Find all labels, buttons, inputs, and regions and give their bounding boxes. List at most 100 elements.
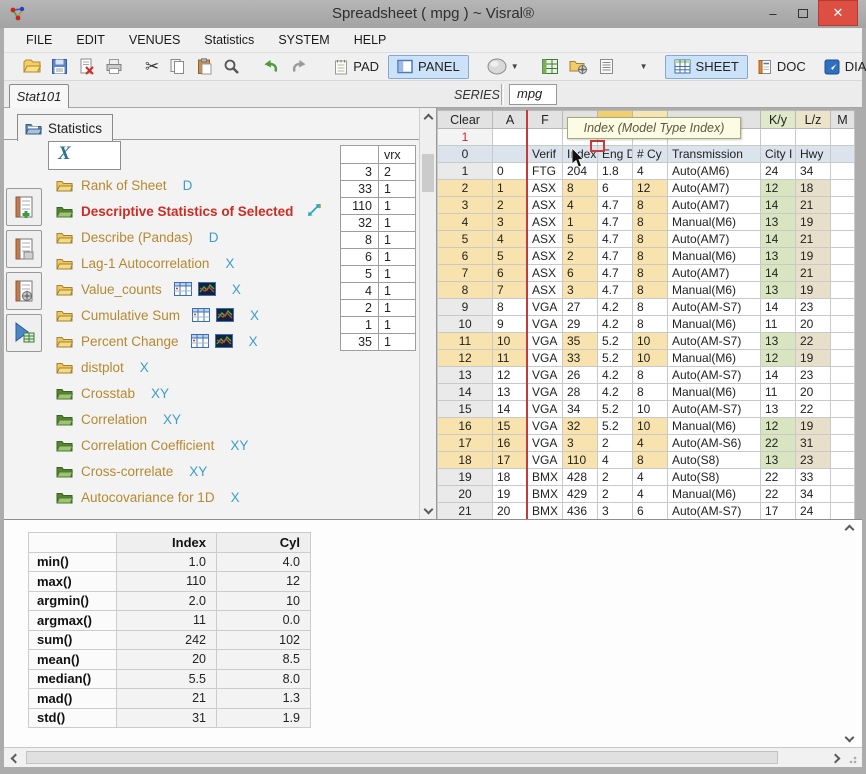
cell-trans[interactable]: Manual(M6) <box>668 350 761 367</box>
x-variable-slot[interactable]: X <box>48 141 121 170</box>
cell-cy[interactable]: # Cy <box>633 146 668 163</box>
cell-f[interactable]: ASX <box>528 231 563 248</box>
diag-view-button[interactable]: DIAG <box>815 55 866 79</box>
cell-n[interactable]: 15 <box>438 401 493 418</box>
cell-m[interactable] <box>831 129 855 146</box>
table-view-button[interactable] <box>536 55 564 79</box>
cell-n[interactable]: 11 <box>438 333 493 350</box>
cell-m[interactable] <box>831 231 855 248</box>
cell-eng[interactable]: 4.7 <box>598 282 633 299</box>
cell-city[interactable]: 14 <box>761 265 796 282</box>
cell-m[interactable] <box>831 435 855 452</box>
column-header[interactable]: F <box>528 111 563 129</box>
cell-trans[interactable]: Auto(AM-S7) <box>668 299 761 316</box>
cell-index[interactable]: 28 <box>563 384 598 401</box>
cell-eng[interactable]: 4.7 <box>598 248 633 265</box>
cell-m[interactable] <box>831 163 855 180</box>
cell-eng[interactable]: 2 <box>598 469 633 486</box>
cell-index[interactable]: 429 <box>563 486 598 503</box>
cell-eng[interactable]: 3 <box>598 503 633 520</box>
scroll-down-button[interactable] <box>422 503 435 515</box>
cell-hwy[interactable]: 21 <box>796 265 831 282</box>
cell-hwy[interactable]: 19 <box>796 214 831 231</box>
cell-a[interactable] <box>493 146 528 163</box>
cell-city[interactable]: 13 <box>761 248 796 265</box>
cell-m[interactable] <box>831 333 855 350</box>
cell-m[interactable] <box>831 469 855 486</box>
panel-button[interactable]: PANEL <box>388 55 469 79</box>
cell-city[interactable]: 11 <box>761 384 796 401</box>
cell-m[interactable] <box>831 503 855 520</box>
cell-a[interactable]: 8 <box>493 299 528 316</box>
cell-a[interactable]: 0 <box>493 163 528 180</box>
cell-m[interactable] <box>831 265 855 282</box>
cell-n[interactable]: 4 <box>438 214 493 231</box>
cell-index[interactable]: 428 <box>563 469 598 486</box>
cell-eng[interactable]: 4.7 <box>598 265 633 282</box>
cell-cy[interactable]: 10 <box>633 401 668 418</box>
cell-m[interactable] <box>831 197 855 214</box>
list-item[interactable]: Value_counts X <box>56 276 322 302</box>
cell-eng[interactable]: 5.2 <box>598 401 633 418</box>
cell-trans[interactable]: Manual(M6) <box>668 384 761 401</box>
cell-eng[interactable]: 4.2 <box>598 316 633 333</box>
cell-eng[interactable]: 4.7 <box>598 231 633 248</box>
cell-a[interactable]: 17 <box>493 452 528 469</box>
minimize-button[interactable]: – <box>758 0 788 26</box>
mini-chart-icon[interactable] <box>198 282 216 296</box>
cell-cy[interactable]: 6 <box>633 503 668 520</box>
cell-city[interactable]: 22 <box>761 486 796 503</box>
save-button[interactable] <box>46 55 73 79</box>
shape-button[interactable]: ▼ <box>481 55 524 79</box>
list-item[interactable]: Crosstab XY <box>56 380 322 406</box>
cell-n[interactable]: 20 <box>438 486 493 503</box>
menu-item[interactable]: FILE <box>14 33 64 47</box>
cell-hwy[interactable]: 23 <box>796 299 831 316</box>
cell-index[interactable]: 3 <box>563 282 598 299</box>
cell-f[interactable]: ASX <box>528 180 563 197</box>
cell-city[interactable]: 17 <box>761 503 796 520</box>
cell-city[interactable]: 12 <box>761 350 796 367</box>
cell-trans[interactable]: Manual(M6) <box>668 316 761 333</box>
cell-cy[interactable]: 8 <box>633 231 668 248</box>
cell-n[interactable]: 19 <box>438 469 493 486</box>
cell-trans[interactable]: Auto(AM-S7) <box>668 333 761 350</box>
cell-n[interactable]: 13 <box>438 367 493 384</box>
cell-hwy[interactable]: 21 <box>796 231 831 248</box>
cell-city[interactable]: 14 <box>761 299 796 316</box>
cell-hwy[interactable]: 34 <box>796 163 831 180</box>
cell-f[interactable]: VGA <box>528 384 563 401</box>
cell-f[interactable]: ASX <box>528 197 563 214</box>
expand-icon[interactable] <box>307 203 322 220</box>
cell-hwy[interactable]: 24 <box>796 503 831 520</box>
list-item[interactable]: Percent Change X <box>56 328 322 354</box>
cell-m[interactable] <box>831 146 855 163</box>
cell-f[interactable]: VGA <box>528 452 563 469</box>
cell-hwy[interactable]: 20 <box>796 384 831 401</box>
column-header[interactable]: L/z <box>796 111 831 129</box>
cell-eng[interactable]: 5.2 <box>598 333 633 350</box>
list-item[interactable]: Correlation XY <box>56 406 322 432</box>
cell-f[interactable]: VGA <box>528 333 563 350</box>
cell-cy[interactable]: 4 <box>633 469 668 486</box>
cell-city[interactable]: 22 <box>761 435 796 452</box>
output-scroll-up-button[interactable] <box>842 523 856 535</box>
cell-city[interactable]: 13 <box>761 333 796 350</box>
cell-m[interactable] <box>831 316 855 333</box>
cell-f[interactable]: ASX <box>528 248 563 265</box>
list-item[interactable]: Correlation Coefficient XY <box>56 432 322 458</box>
cell-a[interactable]: 10 <box>493 333 528 350</box>
cell-city[interactable]: 13 <box>761 282 796 299</box>
cell-f[interactable]: ASX <box>528 214 563 231</box>
series-input[interactable]: mpg <box>509 84 557 105</box>
cell-n[interactable]: 8 <box>438 282 493 299</box>
cell-city[interactable]: 14 <box>761 367 796 384</box>
swatch-dropdown-button[interactable]: ▼ <box>632 55 653 79</box>
cell-index[interactable]: 8 <box>563 180 598 197</box>
cell-hwy[interactable] <box>796 129 831 146</box>
cell-f[interactable]: BMX <box>528 486 563 503</box>
cell-trans[interactable]: Manual(M6) <box>668 486 761 503</box>
cell-trans[interactable]: Auto(AM7) <box>668 180 761 197</box>
mini-table-icon[interactable] <box>174 282 192 296</box>
copy-sheet-button[interactable] <box>6 230 42 268</box>
